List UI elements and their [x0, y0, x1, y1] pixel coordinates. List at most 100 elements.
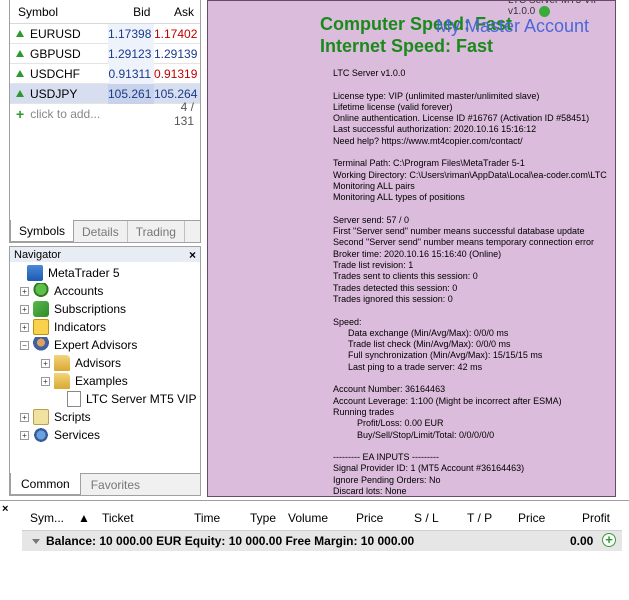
symbol-count: 4 / 131 — [173, 100, 194, 128]
bid-value: 1.29123 — [108, 43, 154, 64]
tree-item-subscriptions[interactable]: + Subscriptions — [10, 300, 200, 318]
info-line: Monitoring ALL types of positions — [333, 192, 465, 203]
info-line: Trades ignored this session: 0 — [333, 293, 453, 304]
mode-label: My Master Account — [436, 16, 590, 36]
column-price[interactable]: Price — [356, 511, 383, 525]
ea-chart-panel: LTC Server MT5 VIP v1.0.0 Computer Speed… — [207, 0, 616, 497]
tab-trading[interactable]: Trading — [128, 221, 185, 242]
tree-label: Scripts — [54, 410, 91, 424]
tree-item-expert-advisors[interactable]: − Expert Advisors — [10, 336, 200, 354]
info-line: Account Leverage: 1:100 (Might be incorr… — [333, 395, 562, 406]
info-line: Online authentication. License ID #16767… — [333, 113, 590, 124]
info-line: Monitoring ALL pairs — [333, 180, 415, 191]
column-stop-loss[interactable]: S / L — [414, 511, 439, 525]
column-profit[interactable]: Profit — [582, 511, 610, 525]
tree-label: Examples — [75, 374, 128, 388]
column-volume[interactable]: Volume — [288, 511, 328, 525]
tree-item-advisors[interactable]: + Advisors — [10, 354, 200, 372]
column-symbol[interactable]: Symbol — [10, 5, 109, 19]
arrow-up-icon — [16, 30, 24, 37]
tab-details[interactable]: Details — [74, 221, 128, 242]
expand-icon[interactable]: + — [41, 376, 50, 386]
column-current-price[interactable]: Price — [518, 511, 545, 525]
navigator-tree: MetaTrader 5 + Accounts + Subscriptions + I… — [10, 262, 200, 444]
info-line: LTC Server v1.0.0 — [333, 68, 406, 78]
market-watch-panel: Symbol Bid Ask EURUSD 1.17398 1.17402 GB… — [9, 0, 201, 243]
trade-table-header: Sym... ▲ Ticket Time Type Volume Price S… — [22, 507, 622, 531]
info-line: Broker time: 2020.10.16 15:16:40 (Online… — [333, 248, 502, 259]
navigator-titlebar: Navigator × — [10, 247, 200, 262]
add-order-icon[interactable]: + — [602, 533, 616, 547]
tree-item-scripts[interactable]: + Scripts — [10, 408, 200, 426]
navigator-title: Navigator — [14, 248, 62, 261]
right-edge — [617, 0, 629, 497]
column-take-profit[interactable]: T / P — [467, 511, 492, 525]
close-icon[interactable]: × — [189, 248, 196, 262]
close-icon[interactable]: × — [2, 503, 8, 515]
tree-item-services[interactable]: + Services — [10, 426, 200, 444]
services-icon — [33, 427, 49, 443]
info-line: First "Server send" number means success… — [333, 226, 585, 237]
expand-icon[interactable]: + — [41, 358, 50, 368]
tab-symbols[interactable]: Symbols — [10, 220, 75, 242]
arrow-up-icon — [16, 50, 24, 57]
total-profit: 0.00 — [570, 534, 594, 548]
ask-value: 0.91319 — [154, 66, 198, 81]
toolbox-panel: × Sym... ▲ Ticket Time Type Volume Price… — [0, 500, 629, 600]
column-bid[interactable]: Bid — [109, 5, 155, 19]
info-line: Server send: 57 / 0 — [333, 214, 410, 225]
expand-icon[interactable]: + — [20, 430, 29, 440]
collapse-triangle-icon[interactable] — [32, 538, 40, 544]
subscriptions-icon — [33, 301, 49, 317]
plus-icon: + — [16, 106, 25, 122]
column-type[interactable]: Type — [250, 511, 276, 525]
tree-label: Services — [54, 428, 101, 442]
info-line: Ignore Pending Orders: No — [333, 474, 441, 485]
tree-label: Indicators — [54, 320, 107, 334]
scripts-icon — [33, 409, 49, 425]
tab-favorites[interactable]: Favorites — [81, 474, 150, 495]
navigator-tabs: Common Favorites — [10, 473, 200, 495]
tab-common[interactable]: Common — [10, 473, 81, 495]
tree-item-indicators[interactable]: + Indicators — [10, 318, 200, 336]
info-line: Trade list revision: 1 — [333, 260, 414, 271]
symbol-row-eurusd[interactable]: EURUSD 1.17398 1.17402 — [10, 23, 200, 44]
tree-label: Advisors — [75, 356, 122, 370]
info-line: License type: VIP (unlimited master/unli… — [333, 90, 540, 101]
tree-item-metatrader[interactable]: MetaTrader 5 — [10, 264, 200, 282]
expand-icon[interactable]: + — [20, 304, 29, 314]
folder-icon — [54, 373, 70, 389]
expand-icon[interactable]: + — [20, 286, 29, 296]
tree-item-examples[interactable]: + Examples — [10, 372, 200, 390]
info-line: Need help? https://www.mt4copier.com/con… — [333, 135, 523, 146]
column-ticket[interactable]: Ticket — [102, 511, 134, 525]
balance-row: Balance: 10 000.00 EUR Equity: 10 000.00… — [22, 531, 622, 551]
info-line: Full synchronization (Min/Avg/Max): 15/1… — [348, 350, 543, 361]
tree-label: MetaTrader 5 — [48, 266, 120, 280]
symbol-name: USDJPY — [30, 86, 78, 101]
tree-item-ltc-server[interactable]: LTC Server MT5 VIP v1.( — [10, 390, 200, 408]
tree-label: LTC Server MT5 VIP v1.( — [86, 392, 200, 406]
market-watch-header: Symbol Bid Ask — [10, 0, 200, 24]
symbol-row-usdchf[interactable]: USDCHF 0.91311 0.91319 — [10, 63, 200, 84]
info-line: Trades detected this session: 0 — [333, 282, 458, 293]
expand-icon[interactable]: + — [20, 322, 29, 332]
column-time[interactable]: Time — [194, 511, 220, 525]
tree-item-accounts[interactable]: + Accounts — [10, 282, 200, 300]
collapse-icon[interactable]: − — [20, 340, 29, 350]
info-line: Second "Server send" number means tempor… — [333, 237, 595, 248]
info-line: Signal Provider ID: 1 (MT5 Account #3616… — [333, 463, 525, 474]
column-ask[interactable]: Ask — [154, 5, 200, 19]
expand-icon[interactable]: + — [20, 412, 29, 422]
tree-label: Subscriptions — [54, 302, 127, 316]
column-symbol[interactable]: Sym... — [30, 511, 64, 525]
ask-value: 1.17402 — [154, 26, 198, 41]
symbol-row-gbpusd[interactable]: GBPUSD 1.29123 1.29139 — [10, 43, 200, 64]
metatrader-icon — [27, 265, 43, 281]
info-line: Buy/Sell/Stop/Limit/Total: 0/0/0/0/0 — [357, 429, 495, 440]
info-line: Trades sent to clients this session: 0 — [333, 271, 478, 282]
add-symbol-row[interactable]: + click to add... 4 / 131 — [10, 100, 200, 128]
info-line: Account Number: 36164463 — [333, 384, 446, 395]
arrow-up-icon — [16, 70, 24, 77]
symbol-name: USDCHF — [30, 66, 80, 81]
